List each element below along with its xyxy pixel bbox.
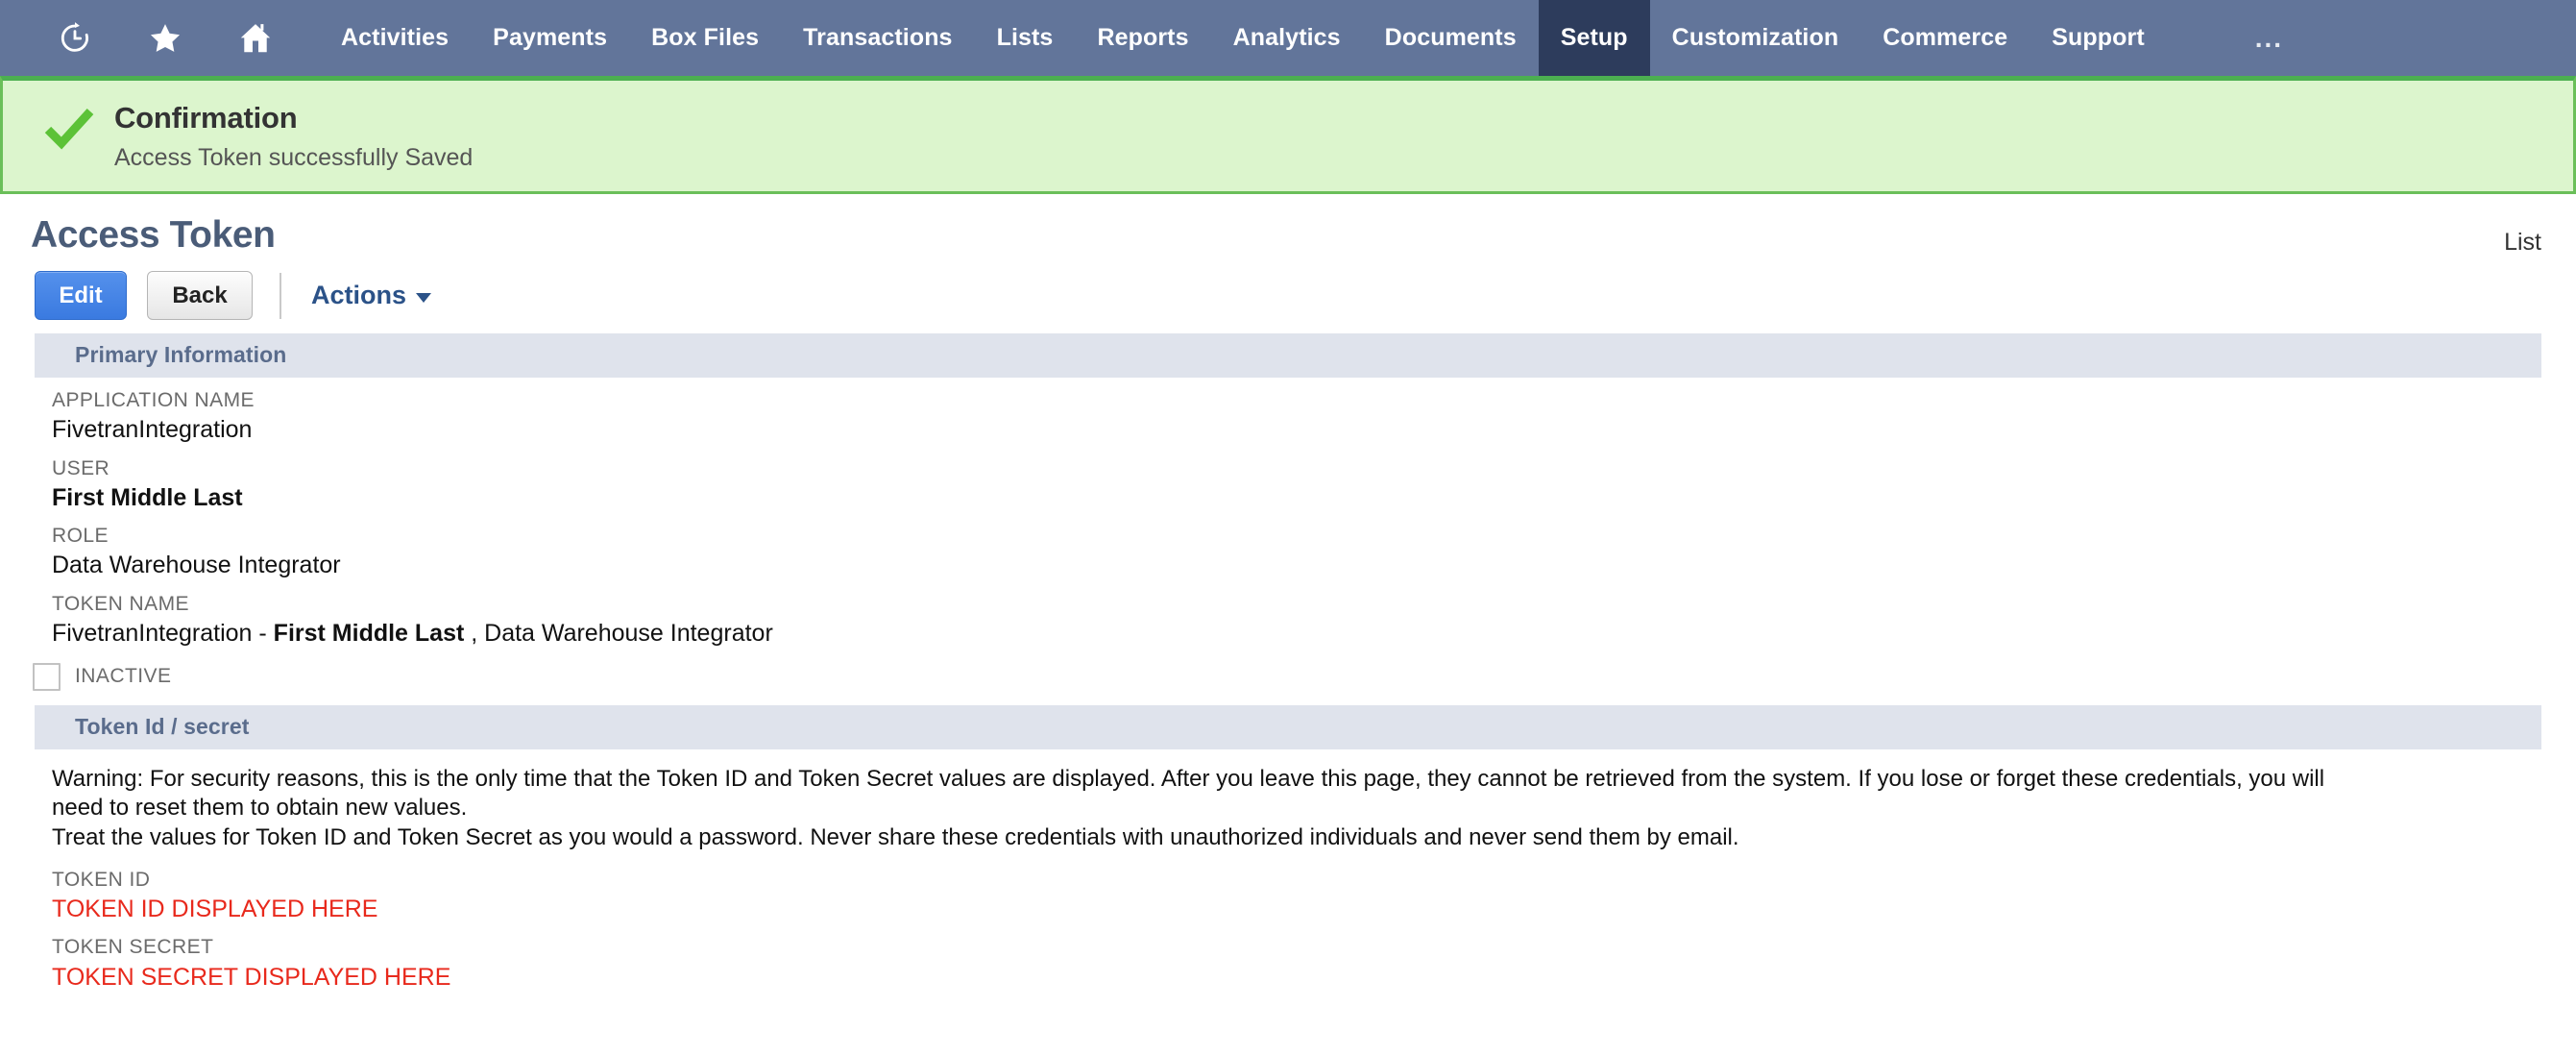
field-label-token-name: TOKEN NAME bbox=[52, 592, 189, 615]
field-label-token-secret: TOKEN SECRET bbox=[52, 936, 214, 959]
field-application-name: APPLICATION NAME FivetranIntegration bbox=[52, 378, 2576, 446]
primary-information-fields: APPLICATION NAME FivetranIntegration USE… bbox=[0, 378, 2576, 695]
page-header: Access Token List bbox=[0, 194, 2576, 257]
field-user: USER First Middle Last bbox=[52, 446, 2576, 514]
warning-line-3: Treat the values for Token ID and Token … bbox=[52, 824, 1739, 850]
field-token-secret: TOKEN SECRET TOKEN SECRET DISPLAYED HERE bbox=[52, 924, 2576, 993]
nav-item-setup[interactable]: Setup bbox=[1538, 0, 1650, 76]
field-value-role: Data Warehouse Integrator bbox=[52, 552, 341, 579]
nav-item-box-files[interactable]: Box Files bbox=[629, 0, 781, 76]
field-label-application-name: APPLICATION NAME bbox=[52, 389, 255, 411]
chevron-down-icon bbox=[416, 293, 432, 303]
confirmation-message: Access Token successfully Saved bbox=[114, 143, 474, 171]
edit-button[interactable]: Edit bbox=[35, 271, 127, 320]
actions-dropdown[interactable]: Actions bbox=[311, 281, 432, 310]
nav-item-analytics[interactable]: Analytics bbox=[1211, 0, 1363, 76]
home-icon[interactable] bbox=[234, 17, 277, 60]
nav-item-lists[interactable]: Lists bbox=[975, 0, 1076, 76]
token-fields: TOKEN ID TOKEN ID DISPLAYED HERE TOKEN S… bbox=[0, 857, 2576, 993]
record-toolbar: Edit Back Actions bbox=[0, 257, 2576, 333]
field-token-id: TOKEN ID TOKEN ID DISPLAYED HERE bbox=[52, 857, 2576, 925]
back-button[interactable]: Back bbox=[147, 271, 253, 320]
warning-line-1: Warning: For security reasons, this is t… bbox=[52, 765, 2325, 792]
nav-item-activities[interactable]: Activities bbox=[319, 0, 471, 76]
nav-item-commerce[interactable]: Commerce bbox=[1860, 0, 2029, 76]
field-label-role: ROLE bbox=[52, 525, 109, 548]
nav-item-support[interactable]: Support bbox=[2029, 0, 2167, 76]
field-value-token-name: FivetranIntegration - First Middle Last … bbox=[52, 618, 2576, 650]
section-header-token-id-secret: Token Id / secret bbox=[35, 704, 2541, 749]
toolbar-divider bbox=[279, 272, 281, 319]
nav-item-documents[interactable]: Documents bbox=[1363, 0, 1539, 76]
field-label-user: USER bbox=[52, 456, 110, 479]
token-name-user: First Middle Last bbox=[273, 620, 465, 648]
field-role: ROLE Data Warehouse Integrator bbox=[52, 513, 2576, 581]
inactive-checkbox-label: INACTIVE bbox=[75, 665, 172, 688]
confirmation-text: Confirmation Access Token successfully S… bbox=[114, 98, 473, 172]
field-value-token-secret: TOKEN SECRET DISPLAYED HERE bbox=[52, 963, 451, 991]
field-label-token-id: TOKEN ID bbox=[52, 868, 151, 891]
nav-icon-group bbox=[0, 0, 277, 76]
section-header-primary-information: Primary Information bbox=[35, 333, 2541, 378]
recent-history-icon[interactable] bbox=[54, 17, 96, 60]
top-navigation-bar: Activities Payments Box Files Transactio… bbox=[0, 0, 2576, 76]
field-value-token-id: TOKEN ID DISPLAYED HERE bbox=[52, 895, 378, 922]
token-warning-block: Warning: For security reasons, this is t… bbox=[0, 749, 2576, 857]
nav-item-reports[interactable]: Reports bbox=[1075, 0, 1210, 76]
field-value-user[interactable]: First Middle Last bbox=[52, 482, 2576, 514]
favorites-star-icon[interactable] bbox=[144, 17, 186, 60]
field-token-name: TOKEN NAME FivetranIntegration - First M… bbox=[52, 581, 2576, 650]
confirmation-title: Confirmation bbox=[114, 101, 298, 135]
inactive-checkbox[interactable] bbox=[33, 662, 61, 691]
nav-item-transactions[interactable]: Transactions bbox=[781, 0, 974, 76]
nav-overflow-menu-icon[interactable]: ... bbox=[2226, 0, 2312, 76]
field-value-application-name: FivetranIntegration bbox=[52, 416, 253, 444]
actions-dropdown-label: Actions bbox=[311, 281, 407, 309]
nav-item-payments[interactable]: Payments bbox=[471, 0, 629, 76]
token-name-prefix: FivetranIntegration - bbox=[52, 620, 274, 648]
warning-line-2: need to reset them to obtain new values. bbox=[52, 795, 468, 822]
confirmation-banner: Confirmation Access Token successfully S… bbox=[0, 76, 2576, 194]
page-title: Access Token bbox=[31, 214, 276, 256]
nav-menu-items: Activities Payments Box Files Transactio… bbox=[319, 0, 2167, 76]
inactive-checkbox-row[interactable]: INACTIVE bbox=[33, 650, 2576, 695]
nav-item-customization[interactable]: Customization bbox=[1650, 0, 1861, 76]
green-checkmark-icon bbox=[36, 98, 103, 152]
list-link[interactable]: List bbox=[2504, 215, 2576, 257]
token-name-suffix: , Data Warehouse Integrator bbox=[464, 620, 773, 648]
